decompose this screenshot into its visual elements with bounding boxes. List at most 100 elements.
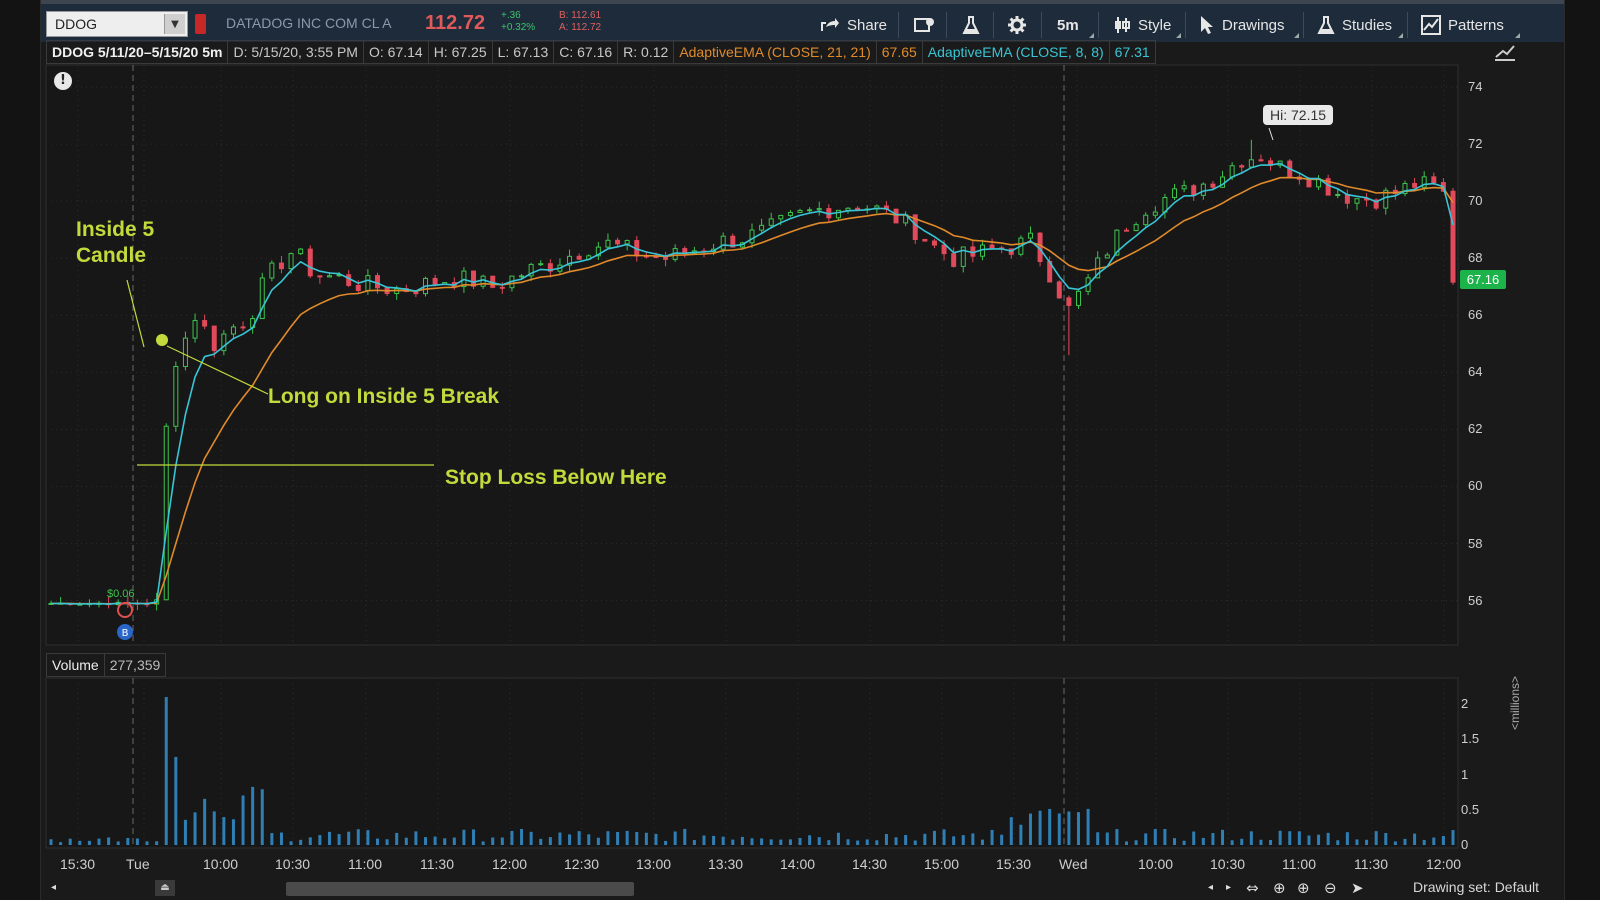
volume-bar [500, 837, 504, 845]
price-tick-label: 66 [1468, 307, 1483, 323]
volume-bar [616, 831, 620, 845]
volume-bar [1000, 834, 1004, 845]
price-tick-label: 58 [1468, 535, 1483, 551]
volume-bar [721, 836, 725, 845]
candle-body [278, 262, 284, 270]
candle-body [1412, 183, 1418, 188]
volume-bar [702, 835, 706, 845]
time-tick-label: 10:30 [275, 856, 311, 872]
volume-bar [1336, 840, 1340, 845]
candle-body [173, 366, 179, 427]
time-tick-label: 11:30 [1354, 856, 1388, 872]
candle-body [605, 239, 611, 248]
volume-bar [1096, 832, 1100, 845]
volume-bar [712, 835, 716, 845]
volume-bar [404, 837, 408, 845]
candle-body [1104, 254, 1110, 259]
volume-bar [1451, 830, 1455, 845]
volume-bar [1249, 831, 1253, 845]
scroll-back-icon[interactable]: ◂ [1208, 882, 1213, 893]
drawing-set-selector[interactable]: Drawing set: Default [1413, 879, 1539, 895]
volume-bar [1134, 840, 1138, 845]
volume-bar [155, 841, 159, 845]
volume-bar [625, 830, 629, 845]
volume-bar [212, 811, 216, 845]
volume-bar [366, 830, 370, 845]
scrollbar-thumb[interactable] [286, 882, 634, 896]
candle-body [1133, 224, 1139, 232]
candle-body [768, 218, 774, 226]
candle-body [202, 320, 208, 327]
price-tick-label: 62 [1468, 421, 1483, 437]
pan-horizontal-icon[interactable]: ⇔ [1246, 879, 1259, 897]
thinkorswim-chart-window: DDOG ▼ DATADOG INC COM CL A 112.72 +.36 … [40, 0, 1565, 900]
volume-bar [635, 832, 639, 845]
time-tick-label: 10:00 [203, 856, 239, 872]
volume-bar [1355, 839, 1359, 845]
candle-body [797, 209, 803, 213]
jump-to-start-icon[interactable]: ⏏ [155, 880, 175, 896]
volume-bar [750, 838, 754, 845]
volume-bar [443, 838, 447, 845]
volume-bar [1076, 812, 1080, 845]
volume-label[interactable]: Volume [46, 653, 105, 677]
volume-bar [798, 837, 802, 845]
volume-bar [673, 831, 677, 845]
volume-bar [183, 819, 187, 845]
candle-body [778, 214, 784, 220]
volume-bar [1086, 808, 1090, 845]
volume-bar [260, 789, 264, 845]
volume-bar [126, 837, 130, 845]
pointer-icon[interactable]: ➤ [1351, 879, 1364, 897]
volume-bar [558, 832, 562, 845]
volume-bar [1345, 832, 1349, 845]
scroll-left-icon[interactable]: ◂ [51, 882, 56, 893]
volume-tick-label: 0 [1461, 837, 1469, 852]
candle-body [1248, 159, 1254, 168]
volume-bar [462, 829, 466, 845]
time-tick-label: 11:00 [348, 856, 382, 872]
candle-body [1200, 183, 1206, 196]
volume-bar [577, 831, 581, 845]
candle-body [1344, 194, 1350, 204]
volume-bar [1393, 841, 1397, 845]
volume-bar [529, 831, 533, 845]
candle-body [182, 337, 188, 368]
high-price-label: Hi: 72.15 [1263, 105, 1334, 125]
volume-bar [904, 835, 908, 845]
volume-bar [1201, 837, 1205, 845]
volume-bar [318, 835, 322, 845]
volume-header: Volume 277,359 [46, 653, 167, 677]
time-tick-label: 14:00 [780, 856, 816, 872]
volume-bar [520, 828, 524, 845]
candle-body [1143, 214, 1149, 226]
time-tick-label: 10:30 [1210, 856, 1246, 872]
zoom-in-icon[interactable]: ⊕ [1297, 879, 1310, 897]
volume-bar [1403, 838, 1407, 845]
scroll-forward-icon[interactable]: ▸ [1226, 882, 1231, 893]
time-scrollbar[interactable] [53, 879, 1198, 896]
volume-bar [654, 833, 658, 845]
crosshair-icon[interactable]: ⊕ [1273, 879, 1286, 897]
volume-bar [337, 834, 341, 845]
volume-bar [1365, 839, 1369, 845]
volume-bar [174, 756, 178, 845]
volume-tick-label: 2 [1461, 696, 1469, 712]
entry-marker[interactable] [156, 334, 168, 346]
zoom-out-icon[interactable]: ⊖ [1324, 879, 1337, 897]
candle-body [720, 235, 726, 250]
volume-bar [49, 839, 53, 845]
volume-bar [1211, 833, 1215, 845]
volume-bar [59, 842, 63, 845]
volume-bar [587, 834, 591, 845]
volume-bar [107, 837, 111, 845]
volume-bar [1038, 810, 1042, 845]
candle-body [941, 244, 947, 255]
volume-bar [1163, 829, 1167, 845]
volume-bar [942, 829, 946, 845]
volume-bar [980, 839, 984, 845]
price-chart[interactable]: B $0.06 [41, 0, 1564, 875]
alert-icon[interactable]: ! [54, 72, 72, 90]
volume-tick-label: 0.5 [1461, 801, 1480, 817]
candle-body [922, 239, 928, 242]
